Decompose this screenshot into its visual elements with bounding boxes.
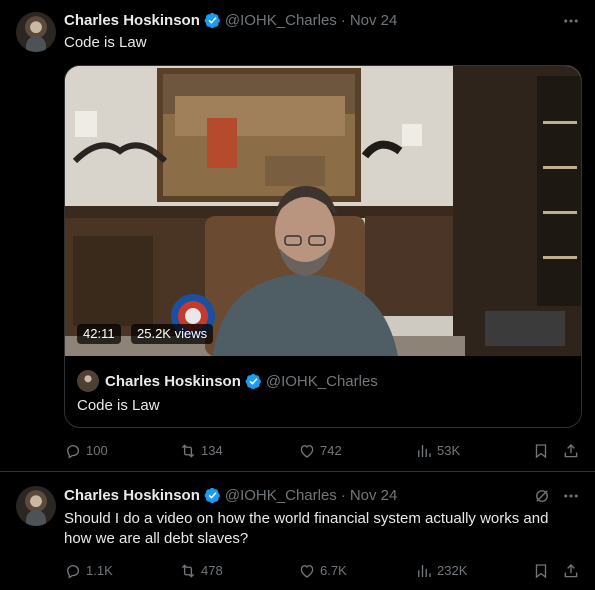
tweet-date[interactable]: Nov 24 — [350, 12, 398, 29]
tweet-actions: 100 134 742 53K — [64, 441, 584, 461]
share-icon — [564, 444, 578, 458]
reply-button[interactable]: 1.1K — [64, 561, 113, 581]
reply-icon — [67, 565, 80, 579]
verified-icon — [245, 373, 261, 389]
reply-icon — [67, 445, 80, 459]
views-count: 232K — [437, 563, 468, 578]
like-icon — [300, 565, 314, 578]
tweet-text: Should I do a video on how the world fin… — [64, 510, 549, 547]
avatar[interactable] — [16, 486, 56, 526]
share-icon — [564, 564, 578, 578]
reply-button[interactable]: 100 — [64, 441, 108, 461]
author-name[interactable]: Charles Hoskinson — [64, 12, 200, 29]
like-count: 742 — [320, 443, 342, 458]
like-count: 6.7K — [320, 563, 347, 578]
repost-button[interactable]: 134 — [179, 441, 223, 461]
repost-button[interactable]: 478 — [179, 561, 223, 581]
views-icon — [418, 565, 431, 577]
separator-dot: · — [340, 11, 346, 29]
like-icon — [300, 445, 314, 458]
tweet-date[interactable]: Nov 24 — [350, 487, 398, 504]
views-button[interactable]: 232K — [415, 561, 467, 581]
bookmark-button[interactable] — [532, 441, 554, 461]
video-player[interactable]: 42:11 25.2K views — [65, 66, 581, 356]
tweet-text: Code is Law — [64, 34, 147, 51]
more-icon[interactable] — [561, 486, 581, 506]
video-views: 25.2K views — [131, 324, 214, 344]
like-button[interactable]: 742 — [298, 441, 342, 461]
views-button[interactable]: 53K — [415, 441, 460, 461]
separator-dot: · — [340, 486, 346, 504]
repost-icon — [181, 564, 195, 578]
share-button[interactable] — [562, 441, 584, 461]
video-thumbnail — [65, 66, 581, 356]
quoted-tweet-header: Charles Hoskinson @IOHK_Charles — [77, 370, 378, 392]
reply-count: 1.1K — [86, 563, 113, 578]
repost-count: 478 — [201, 563, 223, 578]
quoted-avatar — [77, 370, 99, 392]
tweet[interactable]: Charles Hoskinson @IOHK_Charles · Nov 24… — [0, 0, 595, 472]
grok-icon[interactable] — [533, 487, 553, 507]
author-handle[interactable]: @IOHK_Charles — [225, 487, 337, 504]
reply-count: 100 — [86, 443, 108, 458]
tweet-header: Charles Hoskinson @IOHK_Charles · Nov 24 — [64, 10, 397, 30]
avatar[interactable] — [16, 12, 56, 52]
tweet[interactable]: Charles Hoskinson @IOHK_Charles · Nov 24… — [0, 473, 595, 590]
author-name[interactable]: Charles Hoskinson — [64, 487, 200, 504]
repost-count: 134 — [201, 443, 223, 458]
video-duration: 42:11 — [77, 324, 121, 344]
share-button[interactable] — [562, 561, 584, 581]
tweet-header: Charles Hoskinson @IOHK_Charles · Nov 24 — [64, 485, 397, 505]
quoted-author-handle: @IOHK_Charles — [265, 372, 378, 390]
bookmark-icon — [535, 444, 547, 459]
quoted-tweet-card[interactable]: 42:11 25.2K views Charles Hoskinson @IOH… — [64, 65, 582, 428]
bookmark-button[interactable] — [532, 561, 554, 581]
views-icon — [418, 445, 431, 457]
verified-icon — [204, 487, 220, 503]
quoted-author-name: Charles Hoskinson — [105, 372, 241, 390]
views-count: 53K — [437, 443, 461, 458]
quoted-tweet-text: Code is Law — [77, 397, 160, 414]
tweet-actions: 1.1K 478 6.7K 232K — [64, 561, 584, 581]
repost-icon — [181, 444, 195, 458]
like-button[interactable]: 6.7K — [298, 561, 347, 581]
verified-icon — [204, 12, 220, 28]
bookmark-icon — [535, 564, 547, 579]
more-icon[interactable] — [561, 11, 581, 31]
author-handle[interactable]: @IOHK_Charles — [225, 12, 337, 29]
